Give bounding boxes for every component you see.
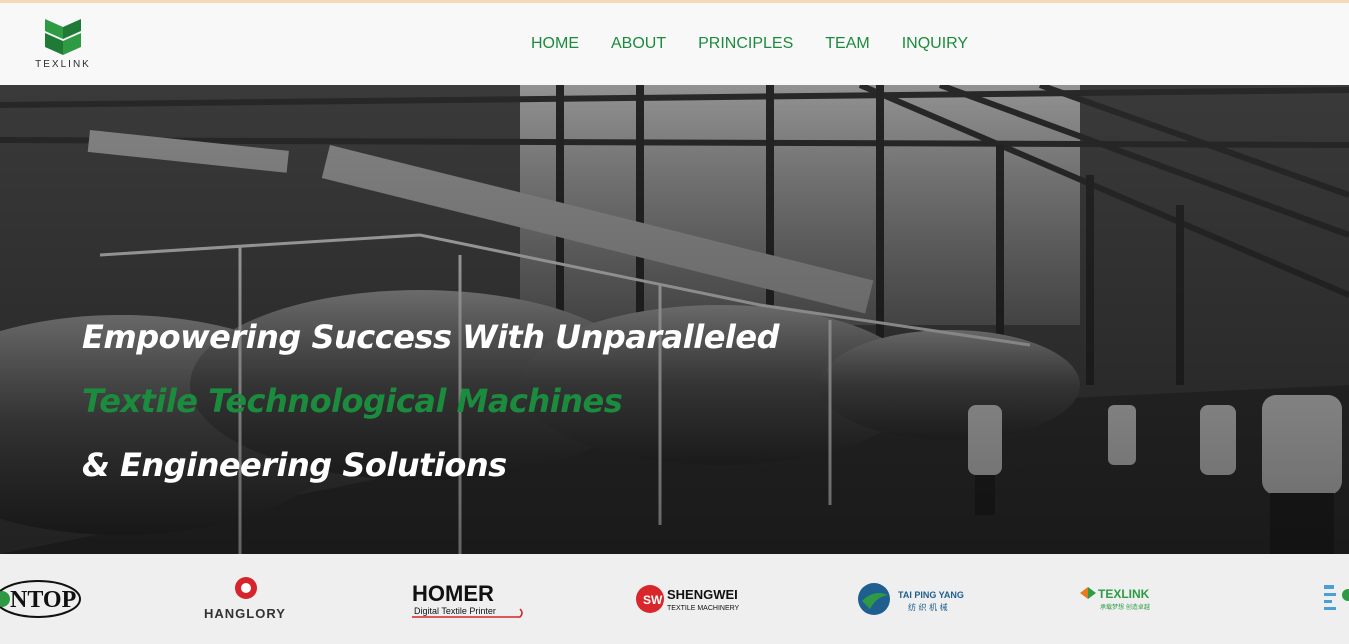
brand-tai-ping-yang[interactable]: TAI PING YANG 纺 织 机 械 — [856, 554, 976, 644]
brand-tai-ping-yang-sub: 纺 织 机 械 — [908, 602, 948, 612]
brand-homer[interactable]: HOMER Digital Textile Printer — [410, 554, 530, 644]
brand-homer-text: HOMER — [412, 581, 494, 606]
logo-text: TEXLINK — [35, 59, 91, 70]
nav-principles[interactable]: PRINCIPLES — [682, 33, 809, 55]
homer-logo-icon: HOMER Digital Textile Printer — [412, 581, 523, 618]
texlink-logo-icon — [45, 19, 81, 55]
nav-inquiry[interactable]: INQUIRY — [886, 33, 984, 55]
texlink-logo[interactable]: TEXLINK — [30, 17, 96, 75]
brand-logo-strip: NTOP HANGLORY HOMER Digital Textile Prin… — [0, 554, 1349, 644]
hero-headline-line3: & Engineering Solutions — [82, 446, 507, 484]
shengwei-logo-icon: SW SHENGWEI TEXTILE MACHINERY — [636, 585, 740, 613]
site-header: TEXLINK HOME ABOUT PRINCIPLES TEAM INQUI… — [0, 3, 1349, 85]
nav-team[interactable]: TEAM — [809, 33, 885, 55]
brand-homer-sub: Digital Textile Printer — [414, 606, 496, 616]
tai-ping-yang-logo-icon: TAI PING YANG 纺 织 机 械 — [858, 583, 964, 615]
brand-hanglory-text: HANGLORY — [204, 606, 286, 621]
hanglory-logo-icon: HANGLORY — [204, 577, 286, 621]
brand-texlink[interactable]: TEXLINK 承载梦想 创造卓越 — [1078, 554, 1198, 644]
brand-partial-right[interactable] — [1318, 554, 1349, 644]
brand-shengwei-sub: TEXTILE MACHINERY — [667, 605, 740, 612]
hero-headline-line1: Empowering Success With Unparalleled — [82, 318, 779, 356]
brand-shengwei-text: SHENGWEI — [667, 587, 738, 602]
partial-brand-logo-icon — [1324, 585, 1349, 610]
nav-about[interactable]: ABOUT — [595, 33, 682, 55]
brand-texlink-sub: 承载梦想 创造卓越 — [1100, 603, 1150, 611]
hero-banner: Empowering Success With Unparalleled Tex… — [0, 85, 1349, 554]
brand-tai-ping-yang-text: TAI PING YANG — [898, 590, 964, 600]
svg-text:SW: SW — [643, 593, 663, 607]
brand-ntop[interactable]: NTOP — [0, 554, 90, 644]
texlink-brand-logo-icon: TEXLINK 承载梦想 创造卓越 — [1080, 587, 1150, 611]
ntop-logo-icon: NTOP — [0, 580, 81, 618]
main-nav: HOME ABOUT PRINCIPLES TEAM INQUIRY — [515, 33, 984, 55]
brand-texlink-text: TEXLINK — [1098, 587, 1150, 601]
brand-hanglory[interactable]: HANGLORY — [200, 554, 300, 644]
hero-headline-line2: Textile Technological Machines — [82, 382, 623, 420]
nav-home[interactable]: HOME — [515, 33, 595, 55]
brand-ntop-text: NTOP — [10, 587, 76, 613]
brand-shengwei[interactable]: SW SHENGWEI TEXTILE MACHINERY — [634, 554, 754, 644]
